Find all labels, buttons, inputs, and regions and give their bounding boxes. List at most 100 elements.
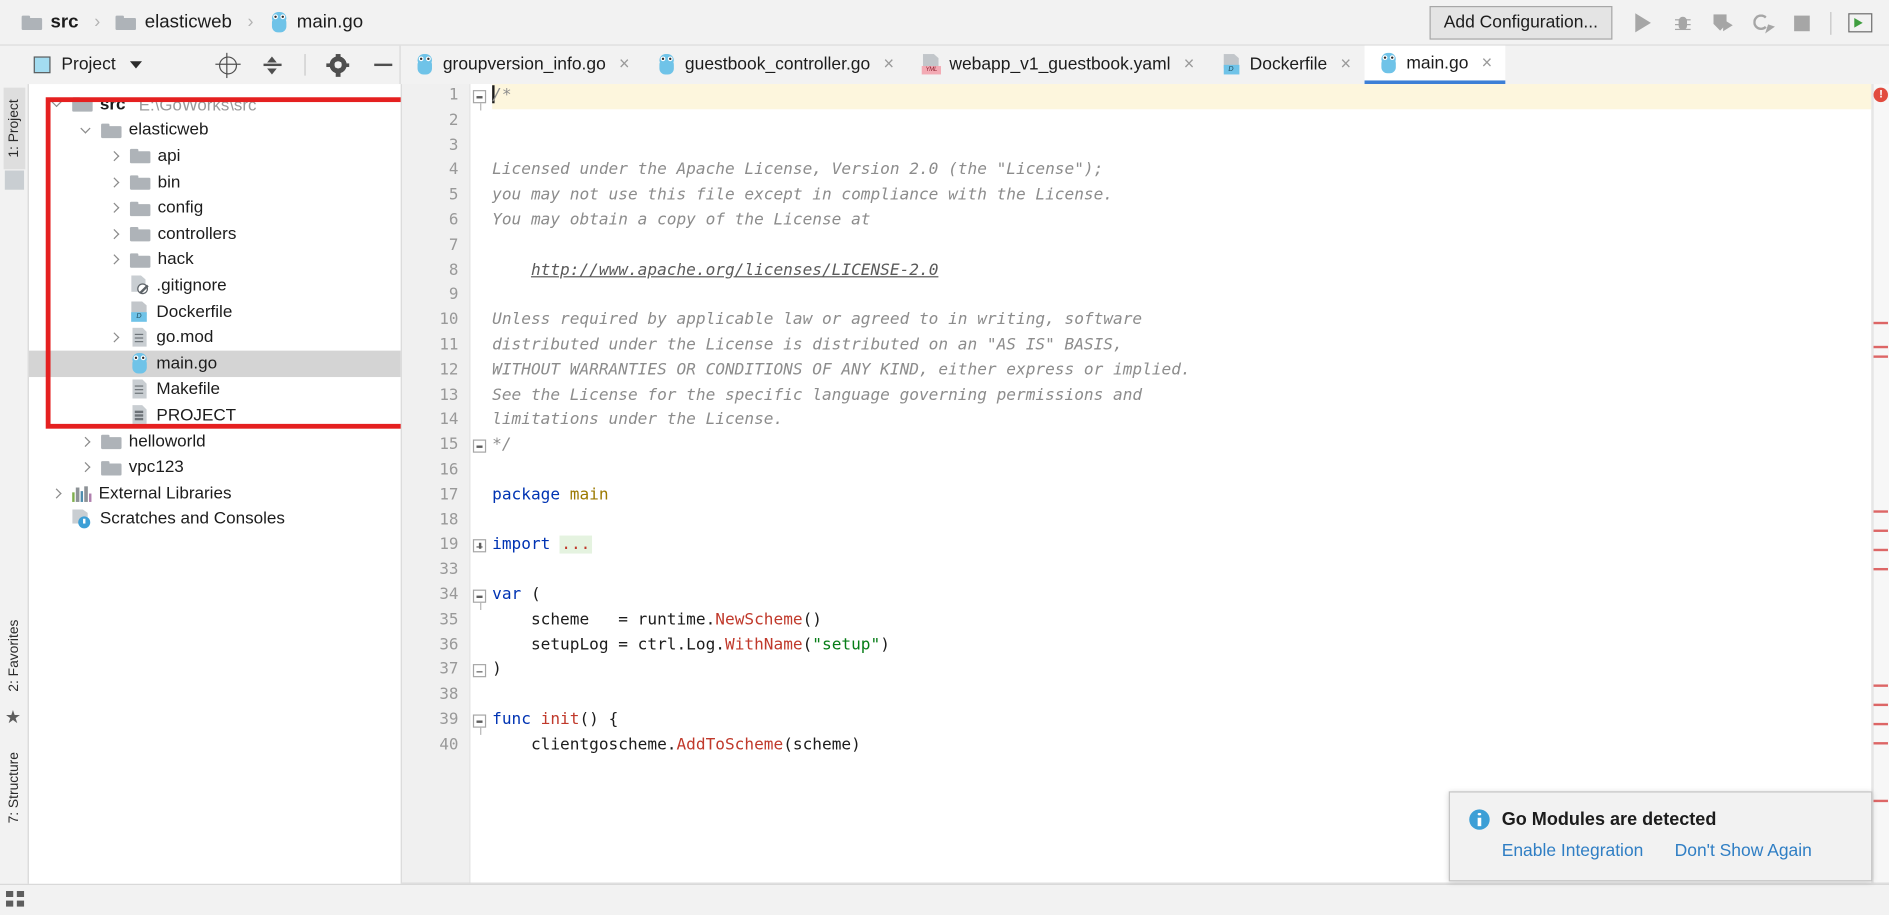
editor-tab-webapp-v1-guestbook-yaml[interactable]: YML webapp_v1_guestbook.yaml × (907, 46, 1207, 84)
breadcrumb-item-elasticweb[interactable]: elasticweb (145, 11, 232, 33)
code-line[interactable]: limitations under the License. (492, 409, 1889, 434)
profile-icon[interactable] (1742, 5, 1782, 41)
collapse-arrow[interactable] (106, 150, 123, 162)
tree-item-elasticweb[interactable]: elasticweb (29, 117, 401, 143)
editor-tab-groupversion-info-go[interactable]: groupversion_info.go × (401, 46, 643, 84)
fold-collapse-icon[interactable] (472, 714, 487, 735)
fold-collapse-icon[interactable] (472, 589, 487, 611)
tree-item-main-go[interactable]: main.go (28, 350, 401, 377)
code-line[interactable]: http://www.apache.org/licenses/LICENSE-2… (492, 259, 1889, 284)
code-line[interactable]: package main (492, 484, 1889, 509)
tree-item-bin[interactable]: bin (29, 169, 401, 195)
code-line[interactable]: distributed under the License is distrib… (492, 334, 1889, 359)
code-line[interactable]: you may not use this file except in comp… (492, 184, 1889, 209)
run-icon[interactable] (1623, 5, 1663, 41)
code-line[interactable] (492, 559, 1889, 584)
code-line[interactable]: setupLog = ctrl.Log.WithName("setup") (492, 633, 1889, 658)
fold-collapse-icon[interactable] (472, 90, 487, 111)
code-line[interactable]: scheme = runtime.NewScheme() (492, 608, 1889, 633)
collapse-arrow[interactable] (106, 176, 123, 188)
collapse-arrow[interactable] (106, 254, 123, 265)
fold-expand-icon[interactable] (472, 539, 487, 553)
tree-item-dockerfile[interactable]: D Dockerfile (29, 299, 401, 325)
close-icon[interactable]: × (883, 55, 894, 73)
fold-collapse-icon[interactable] (472, 439, 487, 453)
show-console-icon[interactable] (1840, 5, 1880, 41)
close-icon[interactable]: × (1340, 55, 1351, 73)
editor-tab-main-go[interactable]: main.go × (1364, 45, 1506, 85)
sidebar-tab-favorites[interactable]: 2: Favorites (7, 615, 21, 697)
settings-gear-icon[interactable] (321, 49, 355, 80)
tree-item-helloworld[interactable]: helloworld (29, 428, 401, 454)
code-line[interactable] (492, 234, 1889, 259)
tree-item-scratches-and-consoles[interactable]: Scratches and Consoles (29, 506, 401, 532)
code-line[interactable] (492, 459, 1889, 484)
code-line[interactable] (492, 284, 1889, 309)
tree-item-src[interactable]: src E:\GoWorks\src (29, 91, 401, 117)
tree-item-controllers[interactable]: controllers (29, 221, 401, 247)
code-token: clientgoscheme. (492, 735, 677, 754)
code-line[interactable]: var ( (492, 584, 1889, 609)
code-line[interactable]: You may obtain a copy of the License at (492, 209, 1889, 234)
collapse-arrow[interactable] (77, 462, 94, 473)
tree-item-hack[interactable]: hack (29, 247, 401, 273)
collapse-arrow[interactable] (106, 228, 123, 239)
code-token: you may not use this file except in comp… (492, 186, 1114, 205)
dont-show-again-link[interactable]: Don't Show Again (1675, 842, 1812, 861)
code-line[interactable] (492, 134, 1889, 159)
close-icon[interactable]: × (1482, 54, 1493, 72)
code-line[interactable]: Unless required by applicable law or agr… (492, 309, 1889, 334)
code-line[interactable] (492, 683, 1889, 708)
sidebar-tab-structure[interactable]: 7: Structure (7, 747, 21, 829)
add-configuration-button[interactable]: Add Configuration... (1429, 6, 1613, 40)
close-icon[interactable]: × (1184, 55, 1195, 73)
tree-item-gitignore[interactable]: .gitignore (29, 273, 401, 299)
tree-item-project[interactable]: PROJECT (29, 402, 401, 428)
sidebar-tab-project[interactable]: 1: Project (3, 87, 26, 170)
stop-icon[interactable] (1782, 5, 1822, 41)
locate-icon[interactable] (211, 49, 245, 80)
code-line[interactable]: ) (492, 658, 1889, 683)
editor-tab-guestbook-controller-go[interactable]: guestbook_controller.go × (643, 46, 907, 84)
code-line[interactable]: WITHOUT WARRANTIES OR CONDITIONS OF ANY … (492, 359, 1889, 384)
code-line[interactable]: func init() { (492, 708, 1889, 733)
tree-item-go-mod[interactable]: go.mod (29, 325, 401, 351)
code-line[interactable]: */ (492, 434, 1889, 459)
collapse-arrow[interactable] (77, 436, 94, 447)
code-line[interactable]: See the License for the specific languag… (492, 384, 1889, 409)
expand-arrow[interactable] (48, 97, 65, 110)
code-line[interactable]: Licensed under the Apache License, Versi… (492, 159, 1889, 184)
code-line[interactable] (492, 509, 1889, 534)
tree-item-makefile[interactable]: Makefile (29, 376, 401, 402)
enable-integration-link[interactable]: Enable Integration (1502, 842, 1644, 861)
tree-item-config[interactable]: config (29, 195, 401, 221)
collapse-arrow[interactable] (106, 202, 123, 214)
code-line[interactable]: import ... (492, 534, 1889, 559)
code-line[interactable]: clientgoscheme.AddToScheme(scheme) (492, 733, 1889, 758)
close-icon[interactable]: × (619, 55, 630, 73)
code-line[interactable] (492, 109, 1889, 134)
project-tree-panel[interactable]: src E:\GoWorks\src elasticweb api bin config c… (28, 84, 402, 915)
tree-item-api[interactable]: api (29, 143, 401, 169)
error-marker-strip[interactable] (1872, 84, 1889, 915)
project-tool-icon[interactable] (4, 170, 25, 190)
project-panel-title[interactable]: Project (61, 55, 115, 74)
expand-arrow[interactable] (77, 123, 94, 136)
editor-tab-dockerfile[interactable]: D Dockerfile × (1208, 46, 1365, 84)
fold-collapse-icon[interactable] (472, 664, 487, 678)
toolwindow-toggle-icon[interactable] (6, 890, 25, 907)
collapse-arrow[interactable] (106, 332, 123, 343)
code-folding-column[interactable] (470, 84, 490, 915)
error-badge-icon[interactable] (1873, 87, 1888, 103)
hide-icon[interactable] (366, 49, 400, 80)
run-with-coverage-icon[interactable] (1703, 5, 1743, 41)
debug-icon[interactable] (1663, 5, 1703, 41)
collapse-all-icon[interactable] (255, 49, 289, 80)
code-line[interactable]: /* (492, 84, 1889, 110)
tree-item-vpc123[interactable]: vpc123 (29, 454, 401, 480)
breadcrumb-item-src[interactable]: src (51, 11, 79, 33)
chevron-down-icon[interactable] (130, 61, 143, 69)
breadcrumb-item-main-go[interactable]: main.go (297, 11, 363, 33)
tree-item-external-libraries[interactable]: External Libraries (29, 480, 401, 506)
collapse-arrow[interactable] (48, 488, 65, 499)
